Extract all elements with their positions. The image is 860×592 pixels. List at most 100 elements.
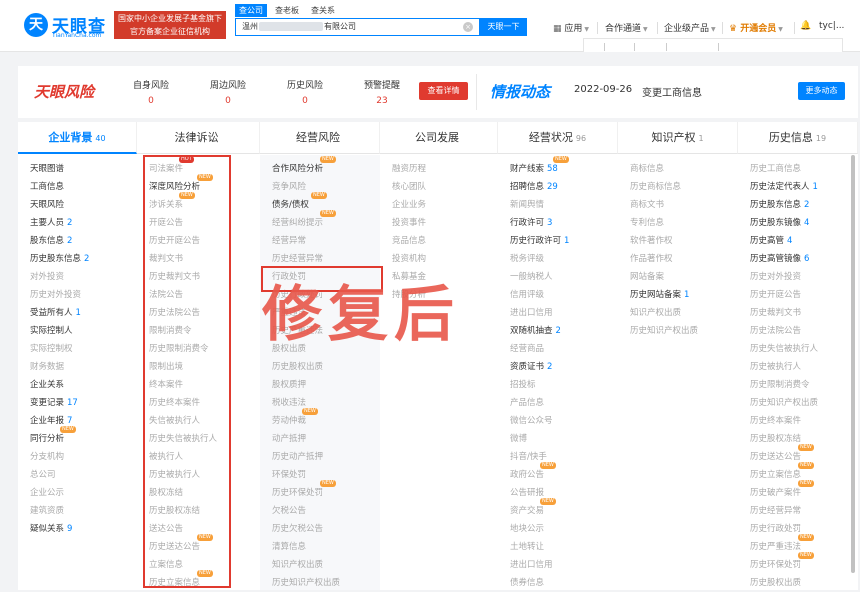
list-item[interactable]: 疑似关系 9 bbox=[30, 520, 89, 538]
clear-icon[interactable]: × bbox=[463, 22, 473, 32]
list-item[interactable]: 历史知识产权出质 bbox=[630, 322, 698, 340]
list-item[interactable]: 经营纠纷提示 NEW bbox=[272, 210, 340, 232]
list-item[interactable]: 工商信息 bbox=[30, 178, 89, 196]
list-item[interactable]: 股权质押 bbox=[272, 376, 340, 394]
list-item[interactable]: 历史法定代表人 1 bbox=[750, 178, 818, 196]
list-item[interactable]: 历史动产抵押 bbox=[272, 448, 340, 466]
list-item[interactable]: 历史股东信息 2 bbox=[750, 196, 818, 214]
list-item[interactable]: 知识产权出质 bbox=[272, 556, 340, 574]
tab-development[interactable]: 公司发展 bbox=[380, 122, 498, 154]
list-item[interactable]: 历史高管 4 bbox=[750, 232, 818, 250]
list-item[interactable]: 核心团队 bbox=[392, 178, 426, 196]
search-button[interactable]: 天眼一下 bbox=[480, 18, 527, 36]
tab-operation-risk[interactable]: 经营风险 bbox=[260, 122, 380, 154]
list-item[interactable]: 历史欠税公告 bbox=[272, 520, 340, 538]
promo-banner[interactable]: 国家中小企业发展子基金旗下 官方备案企业征信机构 bbox=[114, 11, 226, 39]
list-item[interactable]: 经营异常 bbox=[272, 232, 340, 250]
nav-vip[interactable]: ♛ 开通会员 ▼ bbox=[729, 21, 783, 34]
list-item[interactable]: 历史环保处罚 NEW bbox=[750, 552, 818, 574]
list-item[interactable]: 天眼图谱 bbox=[30, 160, 89, 178]
list-item[interactable]: 网站备案 bbox=[630, 268, 698, 286]
list-item[interactable]: 历史限制消费令 bbox=[750, 376, 818, 394]
list-item[interactable]: 历史被执行人 bbox=[750, 358, 818, 376]
logo[interactable]: 天 天眼查 TianYanCha.com bbox=[24, 13, 108, 39]
intel-text[interactable]: 变更工商信息 bbox=[642, 84, 702, 99]
risk-surrounding[interactable]: 周边风险 0 bbox=[198, 78, 258, 106]
tab-history[interactable]: 历史信息 19 bbox=[738, 122, 858, 154]
list-item[interactable]: 招投标 bbox=[510, 376, 569, 394]
list-item[interactable]: 历史行政许可 1 bbox=[510, 232, 569, 250]
list-item[interactable]: 投资事件 bbox=[392, 214, 426, 232]
list-item[interactable]: 招聘信息 29 bbox=[510, 178, 569, 196]
list-item[interactable]: 企业关系 bbox=[30, 376, 89, 394]
tab-relation[interactable]: 查关系 bbox=[307, 4, 339, 17]
list-item[interactable]: 微信公众号 bbox=[510, 412, 569, 430]
list-item[interactable]: 历史股权出质 bbox=[750, 574, 818, 592]
list-item[interactable]: 融资历程 bbox=[392, 160, 426, 178]
list-item[interactable]: 历史对外投资 bbox=[30, 286, 89, 304]
list-item[interactable]: 主要人员 2 bbox=[30, 214, 89, 232]
list-item[interactable]: 企业业务 bbox=[392, 196, 426, 214]
list-item[interactable]: 行政许可 3 bbox=[510, 214, 569, 232]
list-item[interactable]: 一般纳税人 bbox=[510, 268, 569, 286]
list-item[interactable]: 竞争风险 bbox=[272, 178, 340, 196]
list-item[interactable]: 知识产权出质 bbox=[630, 304, 698, 322]
tab-background[interactable]: 企业背景 40 bbox=[18, 122, 137, 154]
list-item[interactable]: 历史网站备案 1 bbox=[630, 286, 698, 304]
list-item[interactable]: 实际控制权 bbox=[30, 340, 89, 358]
list-item[interactable]: 历史裁判文书 bbox=[750, 304, 818, 322]
risk-history[interactable]: 历史风险 0 bbox=[275, 78, 335, 106]
list-item[interactable]: 进出口信用 bbox=[510, 304, 569, 322]
list-item[interactable]: 历史失信被执行人 bbox=[750, 340, 818, 358]
tab-company[interactable]: 查公司 bbox=[235, 4, 267, 17]
list-item[interactable]: 历史知识产权出质 bbox=[272, 574, 340, 592]
tab-boss[interactable]: 查老板 bbox=[271, 4, 303, 17]
risk-self[interactable]: 自身风险 0 bbox=[121, 78, 181, 106]
risk-warning[interactable]: 预警提醒 23 bbox=[352, 78, 412, 106]
list-item[interactable]: 历史股东镜像 4 bbox=[750, 214, 818, 232]
list-item[interactable]: 财产线索 58 NEW bbox=[510, 156, 569, 178]
list-item[interactable]: 历史知识产权出质 bbox=[750, 394, 818, 412]
more-updates-button[interactable]: 更多动态 bbox=[798, 82, 845, 100]
list-item[interactable]: 变更记录 17 bbox=[30, 394, 89, 412]
list-item[interactable]: 新闻舆情 bbox=[510, 196, 569, 214]
view-details-button[interactable]: 查看详情 bbox=[419, 82, 468, 100]
list-item[interactable]: 合作风险分析 NEW bbox=[272, 156, 340, 178]
nav-cooperation[interactable]: 合作通道 ▼ bbox=[605, 21, 648, 34]
list-item[interactable]: 产品信息 bbox=[510, 394, 569, 412]
list-item[interactable]: 债券信息 bbox=[510, 574, 569, 592]
list-item[interactable]: 历史工商信息 bbox=[750, 160, 818, 178]
list-item[interactable]: 双随机抽查 2 bbox=[510, 322, 569, 340]
list-item[interactable]: 历史商标信息 bbox=[630, 178, 698, 196]
list-item[interactable]: 资产交易 NEW bbox=[510, 498, 569, 520]
bell-icon[interactable]: 🔔 bbox=[800, 21, 811, 31]
tab-ip[interactable]: 知识产权 1 bbox=[618, 122, 738, 154]
list-item[interactable]: 历史股东信息 2 bbox=[30, 250, 89, 268]
list-item[interactable]: 清算信息 bbox=[272, 538, 340, 556]
list-item[interactable]: 地块公示 bbox=[510, 520, 569, 538]
list-item[interactable]: 信用评级 bbox=[510, 286, 569, 304]
scrollbar[interactable] bbox=[851, 155, 855, 573]
list-item[interactable]: 历史经营异常 bbox=[750, 502, 818, 520]
list-item[interactable]: 历史股权出质 bbox=[272, 358, 340, 376]
list-item[interactable]: 历史破产案件 NEW bbox=[750, 480, 818, 502]
list-item[interactable]: 历史终本案件 bbox=[750, 412, 818, 430]
list-item[interactable]: 商标文书 bbox=[630, 196, 698, 214]
list-item[interactable]: 竞品信息 bbox=[392, 232, 426, 250]
user-menu[interactable]: tyc|... bbox=[819, 21, 844, 31]
list-item[interactable]: 同行分析 NEW bbox=[30, 426, 89, 448]
list-item[interactable]: 土地转让 bbox=[510, 538, 569, 556]
tab-operation-status[interactable]: 经营状况 96 bbox=[498, 122, 618, 154]
list-item[interactable]: 历史对外投资 bbox=[750, 268, 818, 286]
list-item[interactable]: 微博 bbox=[510, 430, 569, 448]
list-item[interactable]: 股东信息 2 bbox=[30, 232, 89, 250]
list-item[interactable]: 动产抵押 bbox=[272, 430, 340, 448]
list-item[interactable]: 劳动仲裁 NEW bbox=[272, 408, 340, 430]
list-item[interactable]: 财务数据 bbox=[30, 358, 89, 376]
search-input[interactable]: 温州 有限公司 × bbox=[235, 18, 480, 36]
list-item[interactable]: 专利信息 bbox=[630, 214, 698, 232]
list-item[interactable]: 实际控制人 bbox=[30, 322, 89, 340]
list-item[interactable]: 对外投资 bbox=[30, 268, 89, 286]
list-item[interactable]: 受益所有人 1 bbox=[30, 304, 89, 322]
list-item[interactable]: 历史高管镜像 6 bbox=[750, 250, 818, 268]
